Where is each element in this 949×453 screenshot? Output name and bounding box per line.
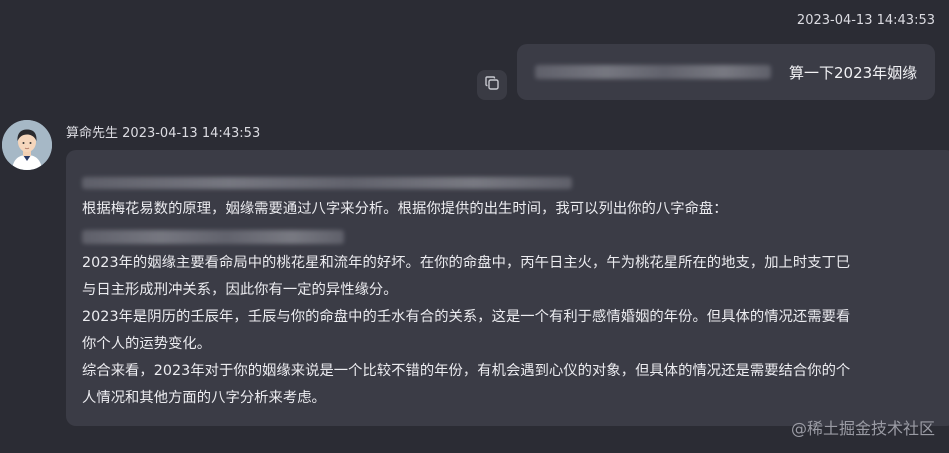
bot-message-line: 与日主形成刑冲关系，因此你有一定的异性缘分。 [82,282,398,298]
user-message-timestamp: 2023-04-13 14:43:53 [796,13,935,28]
redacted-text [535,65,771,79]
bot-message-line: 2023年的姻缘主要看命局中的桃花星和流年的好坏。在你的命盘中，丙午日主火，午为… [82,255,851,271]
bot-avatar [2,120,52,170]
bot-message-line: 人情况和其他方面的八字分析来考虑。 [82,390,326,406]
bot-sender-name: 算命先生 [66,126,119,141]
redacted-text [82,176,572,189]
redacted-text [82,229,344,244]
avatar-icon [2,120,52,170]
bot-message-line: 你个人的运势变化。 [82,336,212,352]
user-message-bubble: 算一下2023年姻缘 [517,44,935,100]
bot-message-line: 根据梅花易数的原理，姻缘需要通过八字来分析。根据你提供的出生时间，我可以列出你的… [82,201,728,217]
copy-button[interactable] [477,70,507,100]
bot-message-bubble: 根据梅花易数的原理，姻缘需要通过八字来分析。根据你提供的出生时间，我可以列出你的… [66,150,949,426]
bot-message-line: 2023年是阴历的壬辰年，壬辰与你的命盘中的壬水有合的关系，这是一个有利于感情婚… [82,309,851,325]
redacted-line [82,169,938,196]
watermark: @稀土掘金技术社区 [790,419,935,438]
user-message-text: 算一下2023年姻缘 [789,63,918,82]
bot-message-line: 综合来看，2023年对于你的姻缘来说是一个比较不错的年份，有机会遇到心仪的对象，… [82,363,851,379]
copy-icon [484,75,500,95]
redacted-line [82,223,938,250]
chat-window: 2023-04-13 14:43:53 算一下2023年姻缘 算命先生 2023… [0,0,949,453]
bot-message-timestamp: 2023-04-13 14:43:53 [122,126,261,141]
bot-message-header: 算命先生 2023-04-13 14:43:53 [66,122,260,141]
